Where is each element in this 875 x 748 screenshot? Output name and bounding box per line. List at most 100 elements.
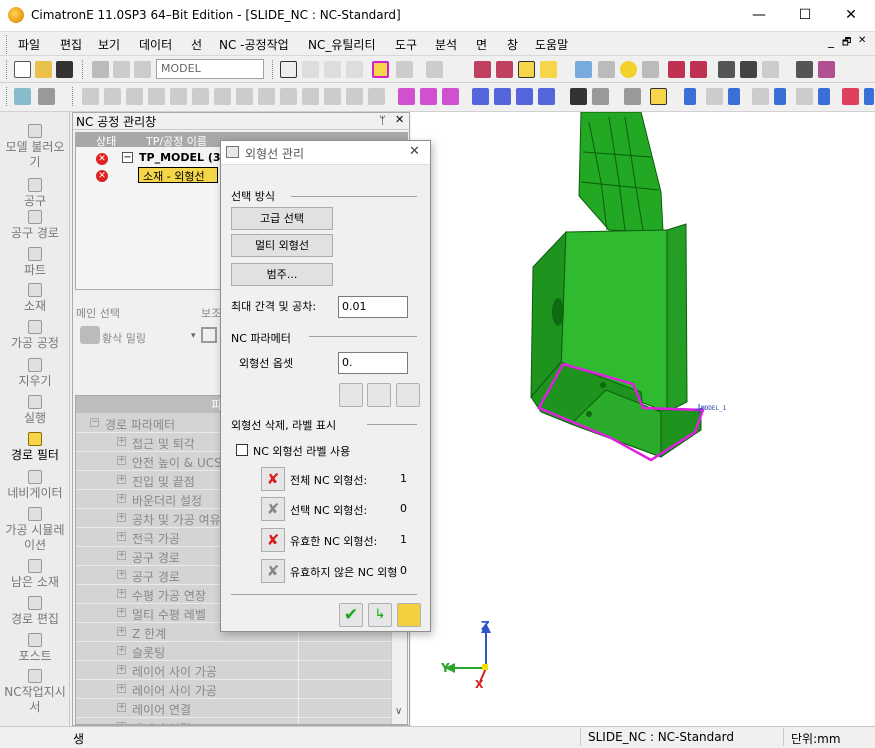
- max-gap-input[interactable]: 0.01: [338, 296, 408, 318]
- bulb-on-icon[interactable]: [620, 61, 637, 78]
- menu-nc-utility[interactable]: NC_유틸리티: [308, 36, 376, 53]
- ucs-align-icon[interactable]: [538, 88, 555, 105]
- light-icon[interactable]: [575, 61, 592, 78]
- expand-toggle-icon[interactable]: +: [117, 703, 126, 712]
- arrow-left-icon[interactable]: [668, 61, 685, 78]
- grid-icon[interactable]: [134, 61, 151, 78]
- trim-tool-icon[interactable]: [192, 88, 209, 105]
- view-cube-icon[interactable]: [396, 61, 413, 78]
- expand-toggle-icon[interactable]: +: [117, 494, 126, 503]
- package-icon[interactable]: [818, 61, 835, 78]
- delete-valid-icon[interactable]: ✘: [261, 528, 285, 552]
- show-hide-icon[interactable]: [518, 61, 535, 78]
- aux-select-icon[interactable]: [201, 327, 217, 343]
- mdi-close-button[interactable]: ✕: [858, 35, 866, 46]
- bulb-off-icon[interactable]: [598, 61, 615, 78]
- model-selector-combo[interactable]: MODEL: [156, 59, 264, 79]
- menu-file[interactable]: 파일: [18, 36, 40, 53]
- delete-invalid-icon[interactable]: ✘: [261, 559, 285, 583]
- leftbar-post[interactable]: 포스트: [0, 633, 70, 664]
- param-row[interactable]: + 레이어 사이 가공: [76, 680, 391, 699]
- print-icon[interactable]: [92, 61, 109, 78]
- mdi-minimize-button[interactable]: _: [828, 34, 834, 48]
- leftbar-navigator[interactable]: 네비게이터: [0, 470, 70, 501]
- swap-visibility-icon[interactable]: [540, 61, 557, 78]
- tree-row-tp-model[interactable]: TP_MODEL (3X: [139, 151, 229, 164]
- dropdown-blue-icon[interactable]: [864, 88, 874, 105]
- zoom-window-icon[interactable]: [302, 61, 319, 78]
- rotate-icon[interactable]: [346, 61, 363, 78]
- ucs-rotate-icon[interactable]: [516, 88, 533, 105]
- box-tool-icon[interactable]: [302, 88, 319, 105]
- expand-toggle-icon[interactable]: +: [117, 722, 126, 724]
- tree-row-stock-contour[interactable]: 소재 - 외형선: [138, 167, 218, 183]
- ok-check-icon[interactable]: ✔: [339, 603, 363, 627]
- expand-toggle-icon[interactable]: +: [117, 475, 126, 484]
- layer-icon[interactable]: [496, 61, 513, 78]
- delete-selected-icon[interactable]: ✘: [261, 497, 285, 521]
- menu-face[interactable]: 면: [476, 36, 487, 53]
- expand-toggle-icon[interactable]: −: [90, 418, 99, 427]
- angle-tool-icon[interactable]: [258, 88, 275, 105]
- group-icon[interactable]: [796, 88, 813, 105]
- contour-pick-icon[interactable]: [396, 383, 420, 407]
- shaded-view-icon[interactable]: [372, 61, 389, 78]
- dropdown-blue-icon[interactable]: [728, 88, 740, 105]
- menu-analysis[interactable]: 분석: [435, 36, 457, 53]
- multi-contour-button[interactable]: 멀티 외형선: [231, 234, 333, 257]
- expand-toggle-icon[interactable]: +: [117, 608, 126, 617]
- advanced-select-button[interactable]: 고급 선택: [231, 207, 333, 230]
- cube-tool-icon[interactable]: [368, 88, 385, 105]
- cloud-icon[interactable]: [113, 61, 130, 78]
- expand-toggle-icon[interactable]: +: [117, 532, 126, 541]
- minimize-button[interactable]: —: [736, 0, 782, 32]
- process-dropdown-icon[interactable]: ▾: [191, 331, 196, 341]
- label-checkbox[interactable]: [236, 444, 248, 456]
- param-row[interactable]: + 슬롯팅: [76, 642, 391, 661]
- cancel-exit-icon[interactable]: [397, 603, 421, 627]
- zoom-all-icon[interactable]: [280, 61, 297, 78]
- leftbar-tool[interactable]: 공구: [0, 178, 70, 209]
- expand-toggle-icon[interactable]: +: [117, 570, 126, 579]
- leftbar-part[interactable]: 파트: [0, 247, 70, 278]
- nc-panel-close-button[interactable]: ✕: [395, 113, 404, 126]
- leftbar-path-edit[interactable]: 경로 편집: [0, 596, 70, 627]
- param-row[interactable]: + 레이어 연결: [76, 718, 391, 724]
- menu-view[interactable]: 보기: [98, 36, 120, 53]
- line-tool-icon[interactable]: [82, 88, 99, 105]
- plane-icon[interactable]: [398, 88, 415, 105]
- param-row[interactable]: + 레이어 사이 가공: [76, 661, 391, 680]
- contour-offset-input[interactable]: 0.: [338, 352, 408, 374]
- pan-icon[interactable]: [324, 61, 341, 78]
- contour-edit-icon[interactable]: [367, 383, 391, 407]
- ucs-move-icon[interactable]: [494, 88, 511, 105]
- expand-toggle-icon[interactable]: +: [117, 589, 126, 598]
- menu-window[interactable]: 창: [507, 36, 518, 53]
- expand-toggle-icon[interactable]: +: [117, 551, 126, 560]
- leftbar-path-filter[interactable]: 경로 필터: [0, 432, 70, 463]
- new-file-icon[interactable]: [14, 61, 31, 78]
- delete-all-icon[interactable]: ✘: [261, 467, 285, 491]
- tree-collapse-toggle[interactable]: −: [122, 152, 133, 163]
- menu-nc-process[interactable]: NC -공정작업: [219, 36, 289, 53]
- wireframe-icon[interactable]: [650, 88, 667, 105]
- spline-tool-icon[interactable]: [236, 88, 253, 105]
- expand-toggle-icon[interactable]: +: [117, 646, 126, 655]
- open-folder-icon[interactable]: [35, 61, 52, 78]
- save-icon[interactable]: [56, 61, 73, 78]
- dropdown-blue-icon[interactable]: [684, 88, 696, 105]
- sketch-icon[interactable]: [592, 88, 609, 105]
- leftbar-toolpath[interactable]: 공구 경로: [0, 210, 70, 241]
- export-icon[interactable]: [796, 61, 813, 78]
- expand-toggle-icon[interactable]: +: [117, 437, 126, 446]
- view-front-icon[interactable]: [624, 88, 641, 105]
- expand-toggle-icon[interactable]: +: [117, 513, 126, 522]
- project-tool-icon[interactable]: [346, 88, 363, 105]
- maximize-button[interactable]: ☐: [782, 0, 828, 32]
- dropdown-blue-icon[interactable]: [774, 88, 786, 105]
- dots-grid-icon[interactable]: [718, 61, 735, 78]
- leftbar-execute[interactable]: 실행: [0, 395, 70, 426]
- leftbar-simulation[interactable]: 가공 시뮬레이션: [0, 507, 70, 553]
- dropdown-blue-icon[interactable]: [818, 88, 830, 105]
- display-mode-icon[interactable]: [426, 61, 443, 78]
